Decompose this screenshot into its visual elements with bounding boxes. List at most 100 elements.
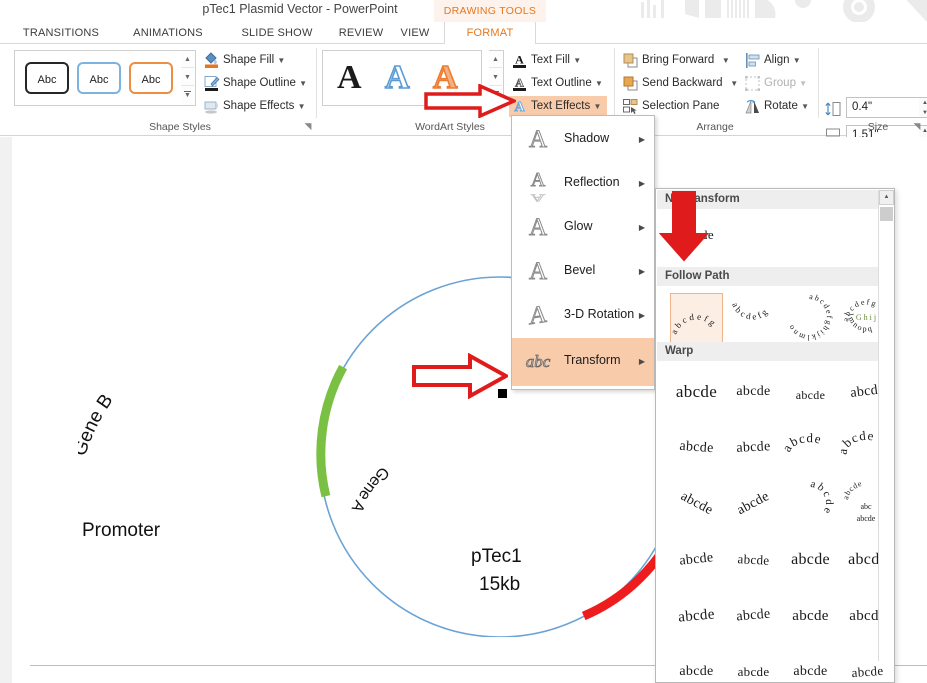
shape-styles-gallery[interactable]: Abc Abc Abc bbox=[14, 50, 192, 106]
size-dialog-launcher[interactable]: ◥ bbox=[911, 120, 923, 132]
align-caret-icon[interactable]: ▼ bbox=[793, 56, 801, 65]
warp-option-3-1[interactable]: abcde bbox=[670, 479, 723, 529]
scrollbar-thumb[interactable] bbox=[880, 207, 893, 221]
tab-view[interactable]: VIEW bbox=[392, 22, 438, 44]
warp-option-4-2[interactable]: abcde bbox=[727, 535, 780, 585]
group-label-size: Size bbox=[848, 121, 908, 133]
shape-styles-scroll-down-button[interactable]: ▼ bbox=[181, 69, 194, 86]
tab-animations[interactable]: ANIMATIONS bbox=[118, 22, 218, 44]
group-button: Group ▼ bbox=[742, 73, 807, 94]
tab-transitions[interactable]: TRANSITIONS bbox=[8, 22, 114, 44]
wordart-swatch-black[interactable]: A bbox=[337, 55, 362, 101]
group-separator-3 bbox=[818, 48, 819, 118]
shape-effects-button[interactable]: Shape Effects ▼ bbox=[201, 96, 306, 117]
gene-b-label[interactable]: Gene B bbox=[78, 375, 148, 465]
warp-option-5-2[interactable]: abcde bbox=[727, 591, 780, 641]
warp-option-3-3[interactable]: abcde bbox=[784, 479, 837, 529]
text-fill-button[interactable]: A Text Fill ▼ bbox=[509, 50, 581, 71]
align-button[interactable]: Align ▼ bbox=[742, 50, 801, 71]
bring-forward-button[interactable]: Bring Forward ▼ bbox=[620, 50, 730, 71]
shape-outline-button[interactable]: Shape Outline ▼ bbox=[201, 73, 307, 94]
shape-style-swatch-blue[interactable]: Abc bbox=[77, 62, 121, 94]
warp-option-2-1[interactable]: abcde bbox=[670, 423, 723, 473]
warp-option-1-2[interactable]: abcde bbox=[727, 367, 780, 417]
warp-option-6-3[interactable]: abcde bbox=[784, 647, 837, 683]
warp-option-5-3[interactable]: abcde bbox=[784, 591, 837, 641]
align-icon bbox=[744, 52, 761, 69]
wordart-swatch-blue[interactable]: A bbox=[385, 55, 410, 101]
tab-slide-show[interactable]: SLIDE SHOW bbox=[226, 22, 328, 44]
wordart-scroll-up-button[interactable]: ▲ bbox=[489, 51, 502, 68]
promoter-label[interactable]: Promoter bbox=[82, 520, 160, 542]
rotate-button[interactable]: Rotate ▼ bbox=[742, 96, 809, 117]
warp-option-4-3[interactable]: abcde bbox=[784, 535, 837, 585]
menu-item-transform-label: Transform bbox=[564, 353, 621, 367]
shape-height-spinner[interactable]: ▲ ▼ bbox=[919, 97, 927, 118]
transform-option-arch-up[interactable]: abcdefg bbox=[670, 293, 723, 343]
warp-sample-4-2: abcde bbox=[727, 535, 780, 585]
menu-item-reflection[interactable]: AA Reflection ▶ bbox=[512, 162, 654, 206]
group-separator-1 bbox=[316, 48, 317, 118]
rotate-caret-icon[interactable]: ▼ bbox=[801, 102, 809, 111]
warp-option-2-2[interactable]: abcde bbox=[727, 423, 780, 473]
warp-option-6-1[interactable]: abcde bbox=[670, 647, 723, 683]
tab-format[interactable]: FORMAT bbox=[444, 22, 536, 45]
warp-option-1-1[interactable]: abcde bbox=[670, 367, 723, 417]
warp-option-4-1[interactable]: abcde bbox=[670, 535, 723, 585]
text-effects-button[interactable]: A Text Effects ▼ bbox=[509, 96, 607, 117]
warp-option-5-1[interactable]: abcde bbox=[670, 591, 723, 641]
send-backward-caret-icon[interactable]: ▼ bbox=[726, 79, 738, 88]
menu-item-bevel[interactable]: A Bevel ▶ bbox=[512, 250, 654, 294]
transform-option-circle[interactable]: abcdefghijklmno bbox=[784, 293, 837, 343]
menu-item-glow[interactable]: A Glow ▶ bbox=[512, 206, 654, 250]
circle-path-preview-icon: abcdefghijklmno bbox=[784, 293, 835, 341]
gene-b-curved-text: Gene B bbox=[78, 375, 148, 465]
menu-item-transform[interactable]: abc Transform ▶ bbox=[512, 338, 654, 386]
transform-gallery-panel[interactable]: No Transform abcde Follow Path abcdefg a… bbox=[655, 188, 895, 683]
svg-text:Gene A: Gene A bbox=[348, 463, 391, 515]
text-outline-button[interactable]: A Text Outline ▼ bbox=[509, 73, 603, 94]
warp-preview-3-3: abcde bbox=[784, 479, 835, 527]
shape-fill-caret-icon[interactable]: ▼ bbox=[277, 56, 285, 65]
svg-text:Gene B: Gene B bbox=[78, 391, 117, 459]
warp-option-1-3[interactable]: abcde bbox=[784, 367, 837, 417]
warp-option-6-2[interactable]: abcde bbox=[727, 647, 780, 683]
wordart-reflection-icon: AA bbox=[524, 170, 552, 198]
warp-option-3-2[interactable]: abcde bbox=[727, 479, 780, 529]
shape-styles-gallery-spinner[interactable]: ▲ ▼ ▼ bbox=[181, 50, 196, 106]
plasmid-name-label[interactable]: pTec1 bbox=[471, 546, 522, 568]
shape-height-field[interactable]: 0.4" bbox=[846, 97, 920, 118]
tab-review[interactable]: REVIEW bbox=[330, 22, 392, 44]
text-effects-caret-icon[interactable]: ▼ bbox=[593, 102, 601, 111]
shape-fill-button[interactable]: Shape Fill ▼ bbox=[201, 50, 285, 71]
shape-style-swatch-orange[interactable]: Abc bbox=[129, 62, 173, 94]
shape-styles-more-button[interactable]: ▼ bbox=[181, 87, 194, 104]
selection-pane-button[interactable]: Selection Pane bbox=[620, 96, 719, 117]
text-fill-caret-icon[interactable]: ▼ bbox=[573, 56, 581, 65]
menu-item-shadow[interactable]: A Shadow ▶ bbox=[512, 118, 654, 162]
transform-option-arch-down[interactable]: abcdefg bbox=[727, 293, 780, 343]
gene-a-curved-text: Gene A bbox=[335, 462, 391, 536]
shape-outline-caret-icon[interactable]: ▼ bbox=[299, 79, 307, 88]
warp-sample-4-1: abcde bbox=[670, 535, 723, 585]
plasmid-size-label[interactable]: 15kb bbox=[479, 574, 520, 596]
scroll-up-arrow-icon[interactable]: ▲ bbox=[879, 190, 894, 205]
height-spin-down[interactable]: ▼ bbox=[919, 109, 927, 118]
warp-option-2-3[interactable]: abcde bbox=[784, 423, 837, 473]
send-backward-button[interactable]: Send Backward ▼ bbox=[620, 73, 738, 94]
shape-styles-scroll-up-button[interactable]: ▲ bbox=[181, 51, 194, 68]
wordart-bevel-icon: A bbox=[524, 258, 552, 286]
send-backward-icon bbox=[622, 75, 639, 92]
shape-style-swatch-dark[interactable]: Abc bbox=[25, 62, 69, 94]
gene-b-text: Gene B bbox=[78, 391, 117, 459]
text-effects-dropdown-menu[interactable]: A Shadow ▶ AA Reflection ▶ A Glow ▶ A Be… bbox=[511, 115, 655, 390]
shape-effects-caret-icon[interactable]: ▼ bbox=[298, 102, 306, 111]
text-outline-caret-icon[interactable]: ▼ bbox=[595, 79, 603, 88]
height-spin-up[interactable]: ▲ bbox=[919, 99, 927, 108]
gene-a-label[interactable]: Gene A bbox=[335, 462, 391, 536]
menu-item-reflection-label: Reflection bbox=[564, 175, 620, 189]
shape-styles-dialog-launcher[interactable]: ◥ bbox=[302, 120, 314, 132]
transform-gallery-scrollbar[interactable]: ▲ bbox=[878, 190, 893, 661]
menu-item-3d-rotation[interactable]: A 3-D Rotation ▶ bbox=[512, 294, 654, 338]
bring-forward-caret-icon[interactable]: ▼ bbox=[717, 56, 729, 65]
